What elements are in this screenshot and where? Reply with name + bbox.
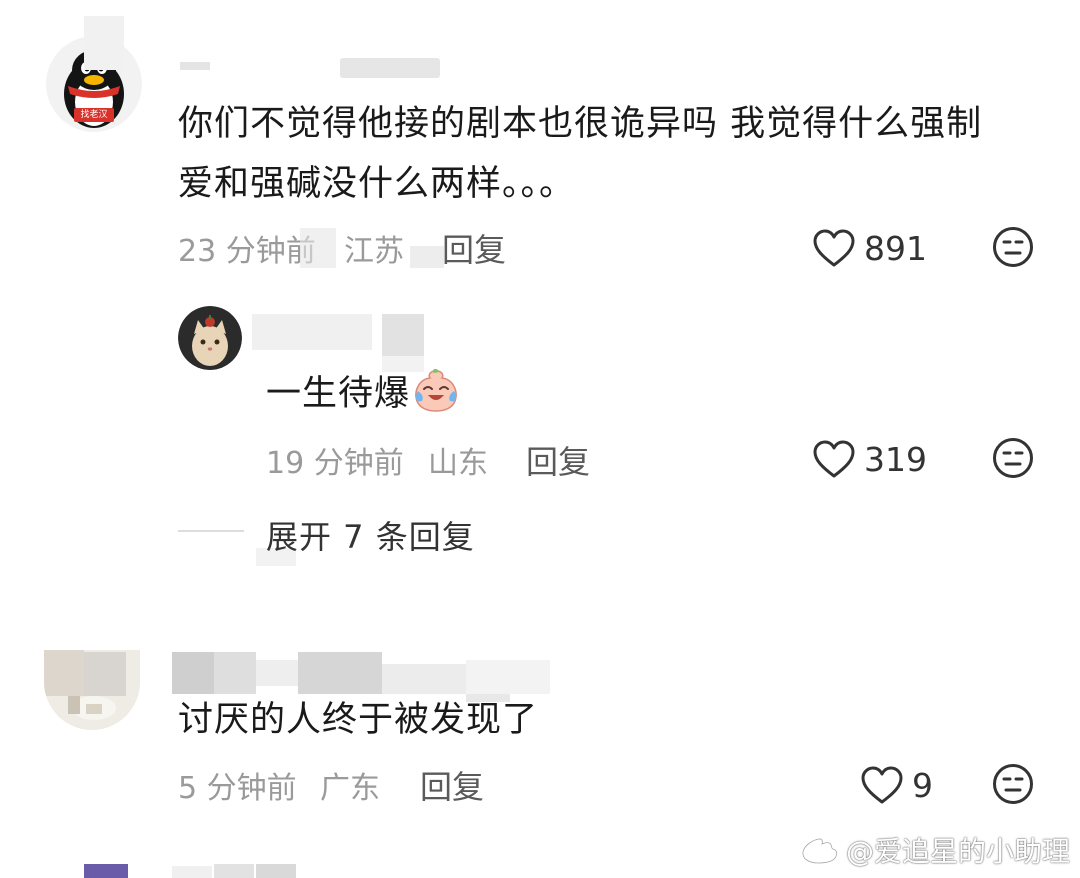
username-blurred xyxy=(252,314,372,350)
comment-text-line2: 爱和强碱没什么两样。。。 xyxy=(178,164,576,204)
reply-button[interactable]: 回复 xyxy=(442,225,506,271)
username-blurred xyxy=(84,16,124,70)
avatar-badge: 找老汉 xyxy=(80,110,108,120)
like-count: 891 xyxy=(864,228,927,268)
dislike-button[interactable] xyxy=(992,763,1034,805)
heart-outline-icon xyxy=(813,440,855,478)
comment-thread: 找老汉 你们不觉得他接的剧本也很诡异吗 我觉得什么强制 爱和强碱没什么两样。。。… xyxy=(0,0,1080,878)
neutral-face-icon xyxy=(993,764,1033,804)
weibo-logo-icon xyxy=(801,836,843,865)
comment-location: 江苏 xyxy=(344,234,404,269)
neutral-face-icon xyxy=(993,227,1033,267)
comment-text: 讨厌的人终于被发现了 xyxy=(178,700,539,740)
username-blurred xyxy=(340,58,440,78)
dislike-button[interactable] xyxy=(992,437,1034,479)
username-blurred xyxy=(256,660,298,686)
user-avatar[interactable] xyxy=(178,306,242,370)
comment-time: 23 分钟前 xyxy=(178,234,316,269)
weibo-watermark: @爱追星的小助理 xyxy=(800,830,1070,870)
username-faint xyxy=(180,50,270,72)
next-username-peek xyxy=(172,866,212,878)
username-blurred xyxy=(298,652,382,694)
expand-replies-button[interactable]: 展开 7 条回复 xyxy=(266,512,475,558)
like-button[interactable]: 319 xyxy=(812,436,927,482)
like-button[interactable]: 9 xyxy=(860,762,933,808)
comment-location: 广东 xyxy=(320,771,380,806)
location-blurred xyxy=(410,246,444,268)
username-blurred xyxy=(382,314,424,356)
expand-divider xyxy=(178,530,244,532)
crying-laughing-peach-emoji-icon xyxy=(412,367,460,413)
reply-text-content: 一生待爆 xyxy=(266,374,411,414)
next-avatar-peek xyxy=(84,864,128,878)
avatar-blurred xyxy=(84,652,126,696)
heart-outline-icon xyxy=(861,766,903,804)
neutral-face-icon xyxy=(993,438,1033,478)
next-username-peek xyxy=(256,864,296,878)
dislike-button[interactable] xyxy=(992,226,1034,268)
comment-time: 5 分钟前 xyxy=(178,771,297,806)
reply-location: 山东 xyxy=(428,446,488,481)
location-blurred xyxy=(300,228,336,268)
next-username-peek xyxy=(214,864,254,878)
watermark-text: @爱追星的小助理 xyxy=(845,835,1070,868)
heart-outline-icon xyxy=(813,229,855,267)
username-blurred xyxy=(214,652,256,694)
reply-time: 19 分钟前 xyxy=(266,446,404,481)
like-count: 9 xyxy=(912,765,933,805)
cat-avatar-icon xyxy=(178,306,242,370)
reply-button[interactable]: 回复 xyxy=(526,437,590,483)
username-blurred xyxy=(466,660,550,694)
like-count: 319 xyxy=(864,439,927,479)
reply-button[interactable]: 回复 xyxy=(420,762,484,808)
username-blurred xyxy=(172,652,214,694)
reply-text: 一生待爆 xyxy=(266,364,460,424)
comment-text-line1: 你们不觉得他接的剧本也很诡异吗 我觉得什么强制 xyxy=(178,104,983,144)
like-button[interactable]: 891 xyxy=(812,225,927,271)
